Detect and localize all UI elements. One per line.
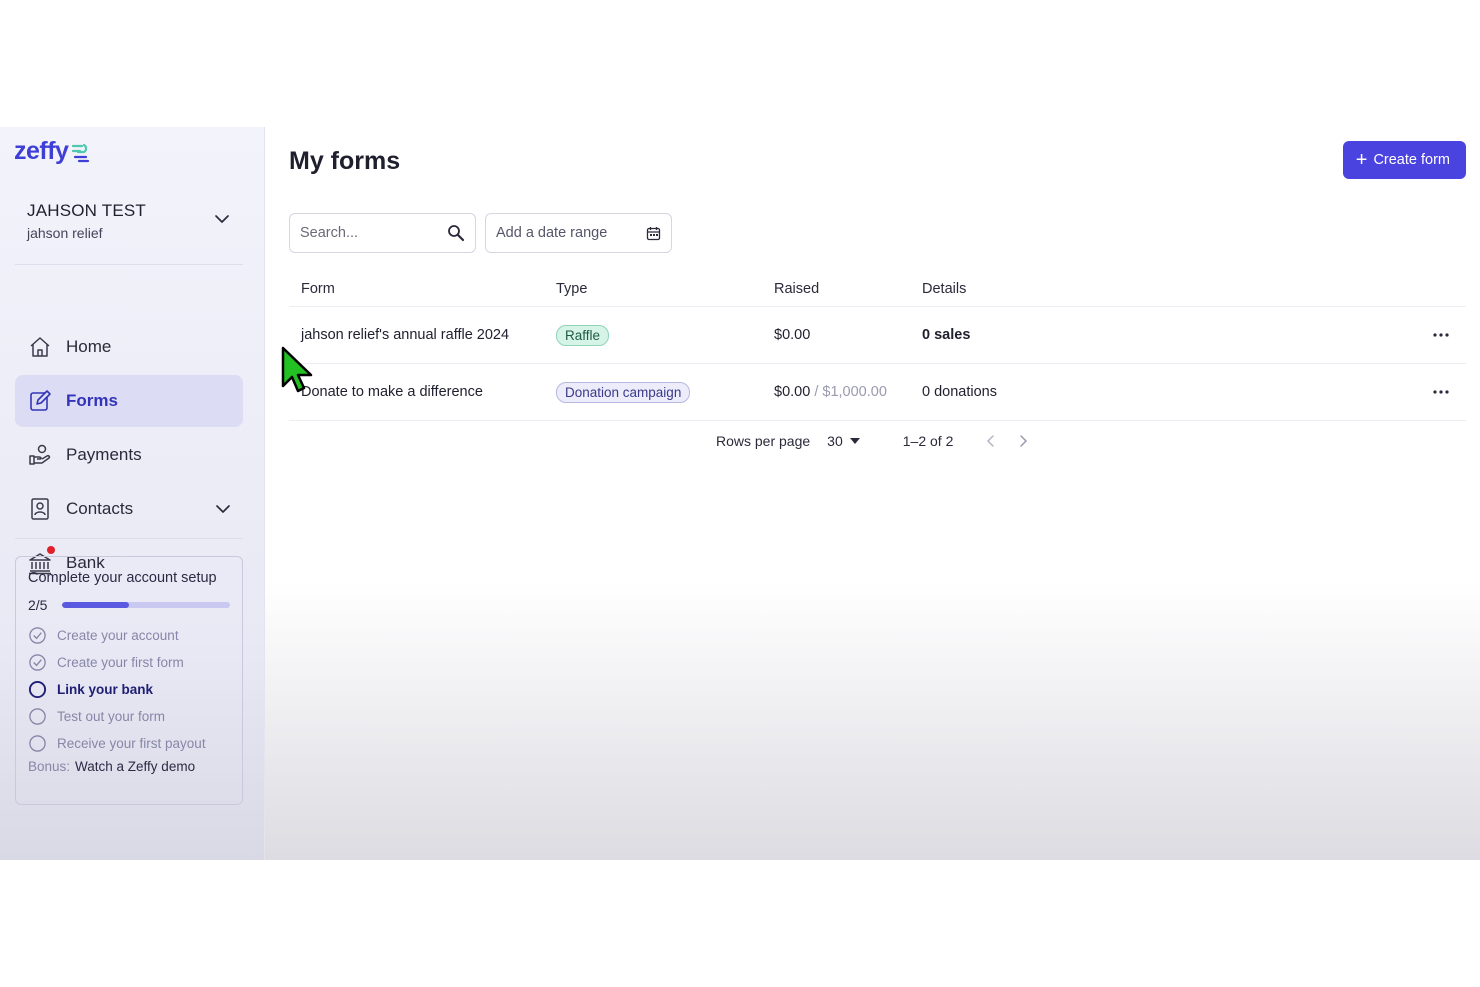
- type-badge-raffle: Raffle: [556, 324, 610, 346]
- calendar-icon: [646, 226, 661, 240]
- form-name[interactable]: jahson relief's annual raffle 2024: [289, 327, 556, 343]
- form-details: 0 sales: [922, 327, 971, 343]
- page-title: My forms: [289, 147, 401, 175]
- account-switcher[interactable]: JAHSON TEST jahson relief: [27, 201, 242, 241]
- form-type-cell: Raffle: [556, 324, 774, 346]
- create-form-label: Create form: [1373, 152, 1450, 168]
- empty-circle-icon: [29, 735, 46, 752]
- sidebar-item-label: Payments: [66, 445, 142, 464]
- setup-bonus: Bonus: Watch a Zeffy demo: [28, 759, 230, 774]
- setup-step-label: Link your bank: [57, 682, 154, 697]
- setup-step-create-form[interactable]: Create your first form: [28, 649, 230, 676]
- form-name[interactable]: Donate to make a difference: [289, 384, 556, 400]
- setup-step-label: Test out your form: [57, 709, 166, 724]
- form-edit-icon: [27, 388, 53, 414]
- raised-amount: $0.00 / $1,000.00: [774, 384, 922, 400]
- rows-per-page-value: 30: [827, 433, 843, 449]
- sidebar-divider: [15, 538, 243, 539]
- app-window: zeffy JAHSON TEST jahson relief Home For…: [0, 127, 1480, 860]
- empty-circle-icon: [28, 680, 47, 699]
- column-header-type[interactable]: Type: [556, 281, 774, 297]
- pagination-range: 1–2 of 2: [902, 433, 954, 449]
- hand-coins-icon: [27, 442, 53, 468]
- sidebar-item-contacts[interactable]: Contacts: [15, 483, 243, 535]
- setup-title: Complete your account setup: [28, 570, 217, 586]
- setup-step-label: Receive your first payout: [57, 736, 206, 751]
- chevron-right-icon[interactable]: [1015, 433, 1031, 449]
- check-circle-icon: [29, 654, 46, 671]
- zeffy-logo[interactable]: zeffy: [14, 137, 92, 166]
- sidebar-item-label: Home: [66, 337, 112, 356]
- contact-card-icon: [27, 496, 53, 522]
- table-row[interactable]: jahson relief's annual raffle 2024 Raffl…: [289, 307, 1466, 364]
- setup-step-link-bank[interactable]: Link your bank: [28, 676, 230, 703]
- sidebar-item-label: Contacts: [66, 499, 134, 518]
- date-range-label: Add a date range: [496, 225, 608, 241]
- caret-down-icon: [849, 438, 860, 444]
- forms-table: Form Type Raised Details jahson relief's…: [289, 271, 1466, 421]
- mouse-pointer-icon: [281, 346, 313, 393]
- setup-steps: Create your account Create your first fo…: [28, 622, 230, 757]
- type-badge-donation-campaign: Donation campaign: [556, 381, 691, 403]
- table-header: Form Type Raised Details: [289, 271, 1466, 307]
- form-details: 0 donations: [922, 384, 997, 400]
- account-name: JAHSON TEST: [27, 201, 147, 220]
- search-input[interactable]: [300, 225, 447, 241]
- column-header-details[interactable]: Details: [922, 281, 1416, 297]
- chevron-down-icon[interactable]: [214, 211, 230, 227]
- pagination: Rows per page 30 1–2 of 2: [716, 433, 1031, 449]
- setup-step-label: Create your first form: [57, 655, 184, 670]
- account-org: jahson relief: [27, 225, 103, 241]
- empty-circle-icon: [29, 708, 46, 725]
- form-type-cell: Donation campaign: [556, 381, 774, 403]
- notification-dot: [47, 546, 55, 554]
- main-content: My forms + Create form Add a date range …: [265, 127, 1480, 860]
- progress-fill: [62, 602, 130, 608]
- column-header-raised[interactable]: Raised: [774, 281, 922, 297]
- watch-demo-link[interactable]: Watch a Zeffy demo: [75, 759, 195, 774]
- home-icon: [27, 334, 53, 360]
- search-icon[interactable]: [447, 224, 465, 242]
- raised-goal: / $1,000.00: [814, 384, 887, 400]
- logo-text: zeffy: [14, 137, 69, 165]
- setup-step-label: Create your account: [57, 628, 179, 643]
- rows-per-page-select[interactable]: 30: [827, 433, 861, 449]
- raised-amount: $0.00: [774, 327, 922, 343]
- sidebar-item-payments[interactable]: Payments: [15, 429, 243, 481]
- chevron-down-icon[interactable]: [215, 501, 231, 517]
- chevron-left-icon[interactable]: [983, 433, 999, 449]
- row-actions: [1416, 380, 1466, 404]
- sidebar: zeffy JAHSON TEST jahson relief Home For…: [0, 127, 265, 860]
- setup-step-test-form[interactable]: Test out your form: [28, 703, 230, 730]
- raised-value: $0.00: [774, 327, 811, 343]
- setup-step-first-payout[interactable]: Receive your first payout: [28, 730, 230, 757]
- search-field: [289, 213, 476, 253]
- more-options-icon[interactable]: [1429, 380, 1453, 404]
- bonus-label: Bonus:: [28, 759, 71, 774]
- sidebar-item-label: Forms: [66, 391, 118, 410]
- sidebar-item-home[interactable]: Home: [15, 321, 243, 373]
- rows-per-page-label: Rows per page: [716, 433, 811, 449]
- setup-progress: 2/5: [28, 597, 230, 613]
- logo-mark-icon: [72, 143, 90, 162]
- setup-step-create-account[interactable]: Create your account: [28, 622, 230, 649]
- date-range-picker[interactable]: Add a date range: [485, 213, 672, 253]
- sidebar-divider: [15, 264, 243, 265]
- sidebar-nav: Home Forms Payments Contacts Bank: [15, 321, 243, 591]
- row-actions: [1416, 323, 1466, 347]
- raised-value: $0.00: [774, 384, 811, 400]
- check-circle-icon: [29, 627, 46, 644]
- sidebar-item-forms[interactable]: Forms: [15, 375, 243, 427]
- progress-count: 2/5: [28, 597, 48, 613]
- plus-icon: +: [1355, 149, 1368, 171]
- create-form-button[interactable]: + Create form: [1342, 141, 1466, 179]
- more-options-icon[interactable]: [1429, 323, 1453, 347]
- table-row[interactable]: Donate to make a difference Donation cam…: [289, 364, 1466, 421]
- account-setup-card: Complete your account setup 2/5 Create y…: [15, 556, 243, 805]
- column-header-form[interactable]: Form: [289, 281, 556, 297]
- progress-bar: [62, 602, 230, 608]
